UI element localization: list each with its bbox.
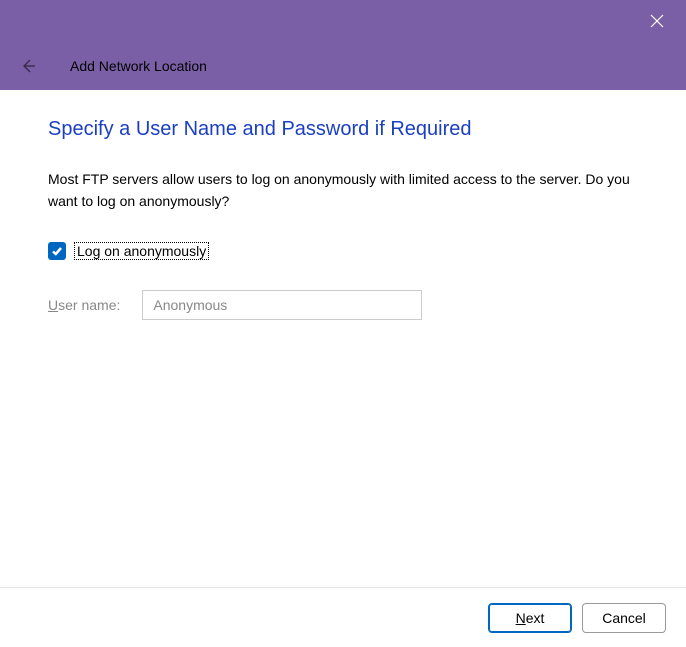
- close-icon: [650, 14, 664, 28]
- anonymous-checkbox-row: Log on anonymously: [48, 242, 638, 260]
- username-label: User name:: [48, 297, 120, 313]
- page-description: Most FTP servers allow users to log on a…: [48, 169, 638, 212]
- checkmark-icon: [51, 245, 63, 257]
- next-button[interactable]: Next: [488, 603, 572, 633]
- anonymous-checkbox[interactable]: [48, 242, 66, 260]
- wizard-header: Add Network Location: [0, 42, 686, 90]
- content-area: Specify a User Name and Password if Requ…: [0, 90, 686, 587]
- username-row: User name:: [48, 290, 638, 320]
- anonymous-checkbox-label[interactable]: Log on anonymously: [74, 242, 209, 260]
- back-arrow-icon: [20, 58, 36, 74]
- wizard-footer: Next Cancel: [0, 587, 686, 647]
- close-button[interactable]: [642, 6, 672, 36]
- titlebar: [0, 0, 686, 42]
- back-button[interactable]: [16, 54, 40, 78]
- wizard-title: Add Network Location: [70, 58, 207, 74]
- username-input[interactable]: [142, 290, 422, 320]
- page-title: Specify a User Name and Password if Requ…: [48, 118, 638, 141]
- cancel-button[interactable]: Cancel: [582, 603, 666, 633]
